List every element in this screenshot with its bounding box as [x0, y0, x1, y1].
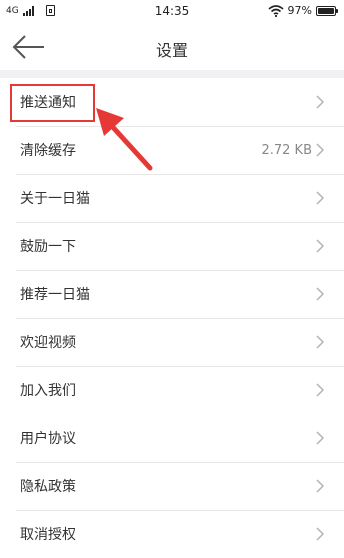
- settings-item-encourage[interactable]: 鼓励一下: [0, 222, 344, 270]
- settings-group-legal: 用户协议 隐私政策 取消授权: [0, 414, 344, 558]
- chevron-right-icon: [316, 287, 325, 301]
- chevron-right-icon: [316, 191, 325, 205]
- status-bar: 4G 14:35 97%: [0, 0, 344, 24]
- settings-item-label: 鼓励一下: [20, 239, 76, 255]
- settings-item-label: 隐私政策: [20, 479, 76, 495]
- cache-size-value: 2.72 KB: [261, 142, 312, 158]
- chevron-right-icon: [316, 527, 325, 541]
- wifi-icon: [268, 4, 284, 17]
- chevron-right-icon: [316, 431, 325, 445]
- settings-item-label: 欢迎视频: [20, 335, 76, 351]
- settings-item-about[interactable]: 关于一日猫: [0, 174, 344, 222]
- battery-icon: [316, 5, 338, 16]
- settings-item-recommend[interactable]: 推荐一日猫: [0, 270, 344, 318]
- chevron-right-icon: [316, 95, 325, 109]
- settings-item-join-us[interactable]: 加入我们: [0, 366, 344, 414]
- settings-item-welcome-video[interactable]: 欢迎视频: [0, 318, 344, 366]
- nav-bar: 设置: [0, 24, 344, 70]
- settings-item-label: 关于一日猫: [20, 191, 90, 207]
- battery-level-fill: [318, 7, 334, 14]
- red-arrow-icon: [96, 108, 153, 171]
- settings-item-label: 清除缓存: [20, 143, 76, 159]
- settings-item-label: 加入我们: [20, 383, 76, 399]
- status-right: 97%: [268, 4, 338, 17]
- settings-item-user-agreement[interactable]: 用户协议: [0, 414, 344, 462]
- settings-item-clear-cache[interactable]: 清除缓存 2.72 KB: [0, 126, 344, 174]
- page-title: 设置: [155, 41, 188, 60]
- settings-item-label: 推荐一日猫: [20, 287, 90, 303]
- highlight-box: [10, 84, 95, 122]
- settings-item-label: 用户协议: [20, 431, 76, 447]
- settings-item-privacy-policy[interactable]: 隐私政策: [0, 462, 344, 510]
- chevron-right-icon: [316, 479, 325, 493]
- chevron-right-icon: [316, 335, 325, 349]
- chevron-right-icon: [316, 239, 325, 253]
- chevron-right-icon: [316, 383, 325, 397]
- battery-percent: 97%: [287, 4, 312, 17]
- settings-item-revoke-authorization[interactable]: 取消授权: [0, 510, 344, 558]
- settings-item-label: 取消授权: [20, 527, 76, 543]
- settings-group-main: 推送通知 清除缓存 2.72 KB 关于一日猫 鼓励一下 推荐一日猫 欢迎视频 …: [0, 78, 344, 414]
- chevron-right-icon: [316, 143, 325, 157]
